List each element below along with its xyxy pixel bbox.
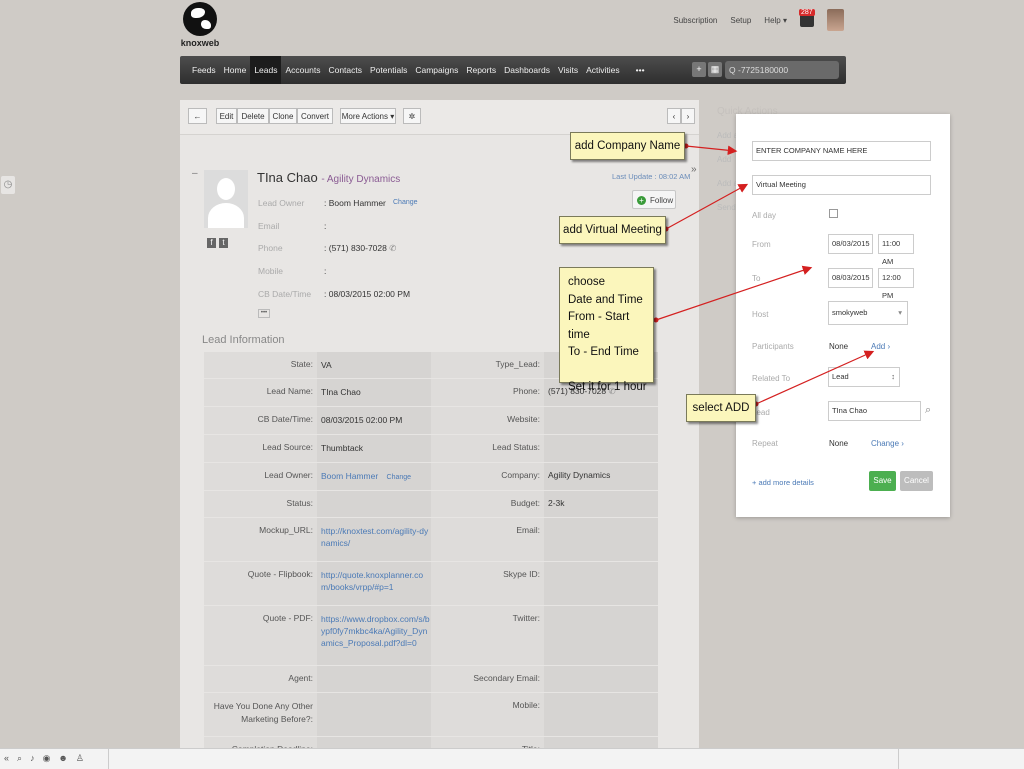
arrow-virtual — [665, 183, 749, 230]
chat-icon[interactable]: ◉ — [43, 753, 51, 764]
callout-arrows — [653, 143, 875, 407]
collapse-icon[interactable]: « — [4, 753, 9, 764]
search-icon[interactable]: ⌕ — [17, 753, 22, 764]
arrow-datetime — [655, 265, 813, 321]
bottom-taskbar: « ⌕ ♪ ◉ ☻ ♙ — [0, 748, 1024, 769]
bell-icon[interactable]: ♪ — [30, 753, 35, 764]
user-icon[interactable]: ♙ — [76, 753, 84, 764]
callout-select-add: select ADD — [686, 394, 756, 422]
callout-virtual-meeting: add Virtual Meeting — [559, 216, 666, 244]
arrow-add — [755, 350, 875, 405]
arrow-company — [685, 145, 738, 156]
callout-company-name: add Company Name — [570, 132, 685, 160]
people-icon[interactable]: ☻ — [58, 753, 67, 764]
callout-choose-datetime: choose Date and Time From - Start time T… — [559, 267, 654, 393]
